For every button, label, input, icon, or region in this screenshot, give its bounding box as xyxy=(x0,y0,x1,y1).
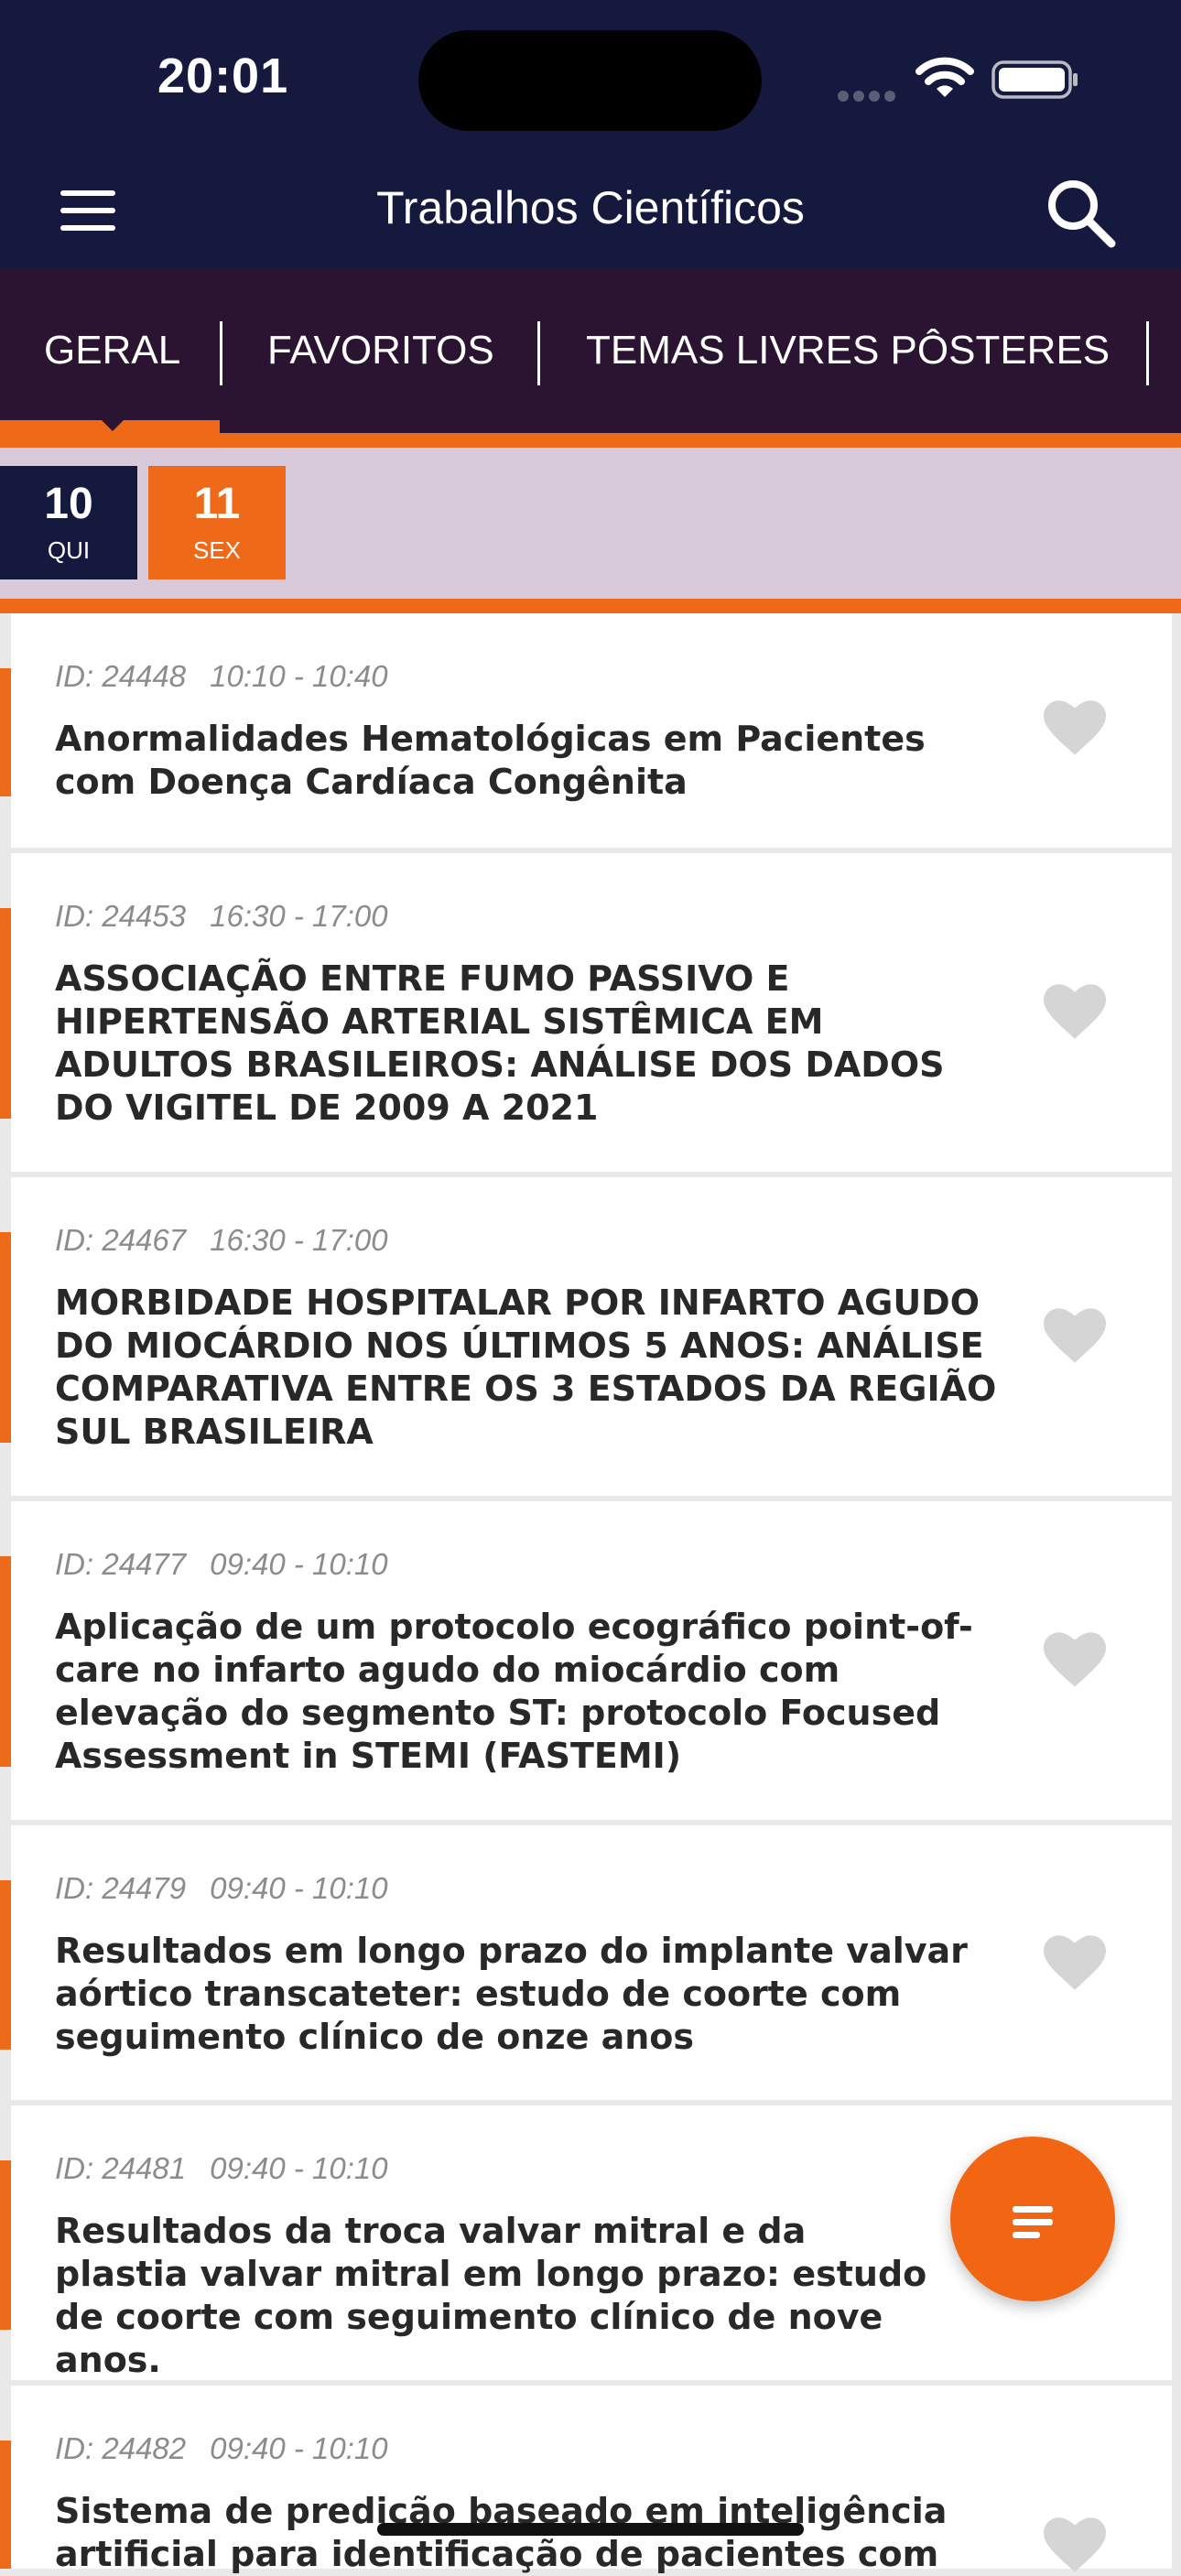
filter-fab-button[interactable] xyxy=(950,2137,1115,2301)
tab-temas-livres-posteres[interactable]: TEMAS LIVRES PÔSTERES xyxy=(586,321,1110,380)
tab-divider xyxy=(537,321,540,385)
dynamic-island xyxy=(418,30,762,131)
search-icon[interactable] xyxy=(1044,176,1119,251)
item-title: Anormalidades Hematológicas em Pacientes… xyxy=(55,719,926,802)
item-time: 16:30 - 17:00 xyxy=(210,1223,388,1257)
list-item[interactable]: ID: 24448 10:10 - 10:40 Anormalidades Hem… xyxy=(0,613,1172,848)
list-item[interactable]: ID: 24482 09:40 - 10:10 Sistema de prediç… xyxy=(0,2386,1172,2574)
favorite-heart-icon[interactable] xyxy=(1044,2517,1106,2572)
date-chip-11[interactable]: 11 SEX xyxy=(148,466,286,579)
list-item[interactable]: ID: 24467 16:30 - 17:00 MORBIDADE HOSPITA… xyxy=(0,1177,1172,1496)
favorite-heart-icon[interactable] xyxy=(1044,984,1106,1039)
date-selector: 10 QUI 11 SEX xyxy=(0,448,1181,599)
tab-divider xyxy=(1146,321,1149,385)
list-item[interactable]: ID: 24453 16:30 - 17:00 ASSOCIAÇÃO ENTRE … xyxy=(0,853,1172,1172)
item-meta: ID: 24479 09:40 - 10:10 xyxy=(55,1871,388,1906)
tab-divider xyxy=(220,321,222,385)
page-title: Trabalhos Científicos xyxy=(376,182,805,233)
divider-line xyxy=(0,433,1181,448)
tab-bar: GERAL FAVORITOS TEMAS LIVRES PÔSTERES xyxy=(0,268,1181,433)
date-weekday: SEX xyxy=(192,536,242,564)
app-bar: Trabalhos Científicos xyxy=(0,156,1181,268)
active-tab-pointer xyxy=(96,415,129,431)
date-day: 11 xyxy=(193,480,241,528)
status-bar: 20:01 xyxy=(0,0,1181,156)
item-accent xyxy=(0,668,11,796)
home-indicator xyxy=(377,2523,804,2536)
item-time: 09:40 - 10:10 xyxy=(210,1871,388,1905)
item-meta: ID: 24482 09:40 - 10:10 xyxy=(55,2431,388,2466)
item-accent xyxy=(0,1880,11,2050)
tab-geral[interactable]: GERAL xyxy=(44,321,180,380)
divider-line xyxy=(0,599,1181,613)
item-accent xyxy=(0,2160,11,2330)
status-time: 20:01 xyxy=(157,49,289,103)
item-meta: ID: 24448 10:10 - 10:40 xyxy=(55,659,388,694)
item-meta: ID: 24453 16:30 - 17:00 xyxy=(55,899,388,934)
item-meta: ID: 24467 16:30 - 17:00 xyxy=(55,1223,388,1258)
list-item[interactable]: ID: 24477 09:40 - 10:10 Aplicação de um p… xyxy=(0,1501,1172,1820)
cellular-signal-icon xyxy=(838,88,902,102)
item-meta: ID: 24477 09:40 - 10:10 xyxy=(55,1547,388,1582)
item-id: ID: 24479 xyxy=(55,1871,187,1905)
item-id: ID: 24477 xyxy=(55,1547,187,1581)
item-id: ID: 24481 xyxy=(55,2151,187,2185)
favorite-heart-icon[interactable] xyxy=(1044,1935,1106,1990)
item-time: 10:10 - 10:40 xyxy=(210,659,388,693)
date-weekday: QUI xyxy=(47,536,91,564)
item-title: ASSOCIAÇÃO ENTRE FUMO PASSIVO E HIPERTEN… xyxy=(55,958,945,1128)
item-time: 09:40 - 10:10 xyxy=(210,1547,388,1581)
item-title: MORBIDADE HOSPITALAR POR INFARTO AGUDO D… xyxy=(55,1283,997,1452)
item-time: 16:30 - 17:00 xyxy=(210,899,388,933)
item-id: ID: 24467 xyxy=(55,1223,187,1257)
favorite-heart-icon[interactable] xyxy=(1044,700,1106,755)
item-title: Resultados em longo prazo do implante va… xyxy=(55,1931,968,2057)
item-title: Aplicação de um protocolo ecográfico poi… xyxy=(55,1607,973,1776)
item-id: ID: 24453 xyxy=(55,899,187,933)
date-day: 10 xyxy=(44,480,93,528)
item-id: ID: 24448 xyxy=(55,659,187,693)
item-accent xyxy=(0,908,11,1119)
date-chip-10[interactable]: 10 QUI xyxy=(0,466,137,579)
item-accent xyxy=(0,1232,11,1443)
battery-icon xyxy=(991,60,1078,99)
item-time: 09:40 - 10:10 xyxy=(210,2431,388,2465)
wifi-icon xyxy=(916,57,974,97)
item-time: 09:40 - 10:10 xyxy=(210,2151,388,2185)
favorite-heart-icon[interactable] xyxy=(1044,1308,1106,1363)
list-item[interactable]: ID: 24479 09:40 - 10:10 Resultados em lon… xyxy=(0,1825,1172,2100)
favorite-heart-icon[interactable] xyxy=(1044,1632,1106,1687)
item-id: ID: 24482 xyxy=(55,2431,187,2465)
item-accent xyxy=(0,2441,11,2569)
item-accent xyxy=(0,1556,11,1767)
item-meta: ID: 24481 09:40 - 10:10 xyxy=(55,2151,388,2186)
item-title: Resultados da troca valvar mitral e da p… xyxy=(55,2211,927,2380)
tab-favoritos[interactable]: FAVORITOS xyxy=(267,321,494,380)
